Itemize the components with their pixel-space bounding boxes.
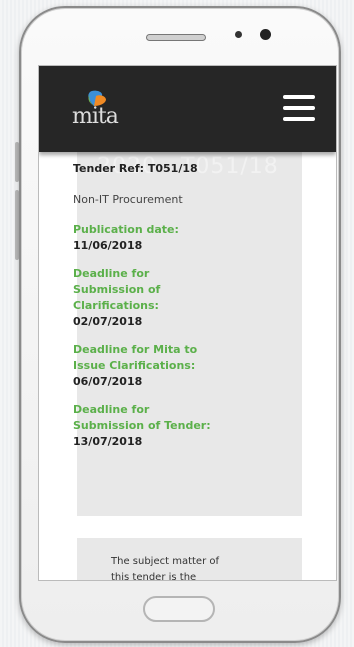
tender-deadline-value: 13/07/2018: [73, 435, 143, 448]
phone-screen: mita 2020 · T051/18 Tender Ref: T051/18 …: [38, 65, 337, 581]
top-navbar: mita: [39, 66, 336, 152]
hamburger-icon[interactable]: [283, 88, 315, 128]
publication-label: Publication date:: [73, 223, 179, 236]
publication-value: 11/06/2018: [73, 239, 143, 252]
tender-category: Non-IT Procurement: [73, 193, 183, 206]
clarif-value: 02/07/2018: [73, 315, 143, 328]
clarif-label-2: Submission of: [73, 283, 161, 296]
hamburger-bar: [283, 106, 315, 110]
tender-details: Tender Ref: T051/18 Non-IT Procurement P…: [73, 162, 253, 462]
description-text: The subject matter of this tender is the: [111, 554, 271, 581]
speaker-grille: [146, 34, 206, 41]
tender-deadline-label-1: Deadline for: [73, 403, 150, 416]
hamburger-bar: [283, 117, 315, 121]
description-line: The subject matter of: [111, 556, 219, 567]
tender-ref: Tender Ref: T051/18: [73, 162, 198, 175]
issue-label-2: Issue Clarifications:: [73, 359, 196, 372]
issue-label-1: Deadline for Mita to: [73, 343, 198, 356]
sensor-icon: [235, 31, 242, 38]
home-button[interactable]: [143, 596, 215, 622]
description-line: this tender is the: [111, 572, 197, 581]
clarif-label-3: Clarifications:: [73, 299, 159, 312]
logo-text: mita: [72, 104, 119, 129]
tender-deadline-label-2: Submission of Tender:: [73, 419, 211, 432]
issue-value: 06/07/2018: [73, 375, 143, 388]
clarif-label-1: Deadline for: [73, 267, 150, 280]
description-card: The subject matter of this tender is the: [77, 538, 302, 581]
hamburger-bar: [283, 95, 315, 99]
camera-icon: [260, 29, 271, 40]
